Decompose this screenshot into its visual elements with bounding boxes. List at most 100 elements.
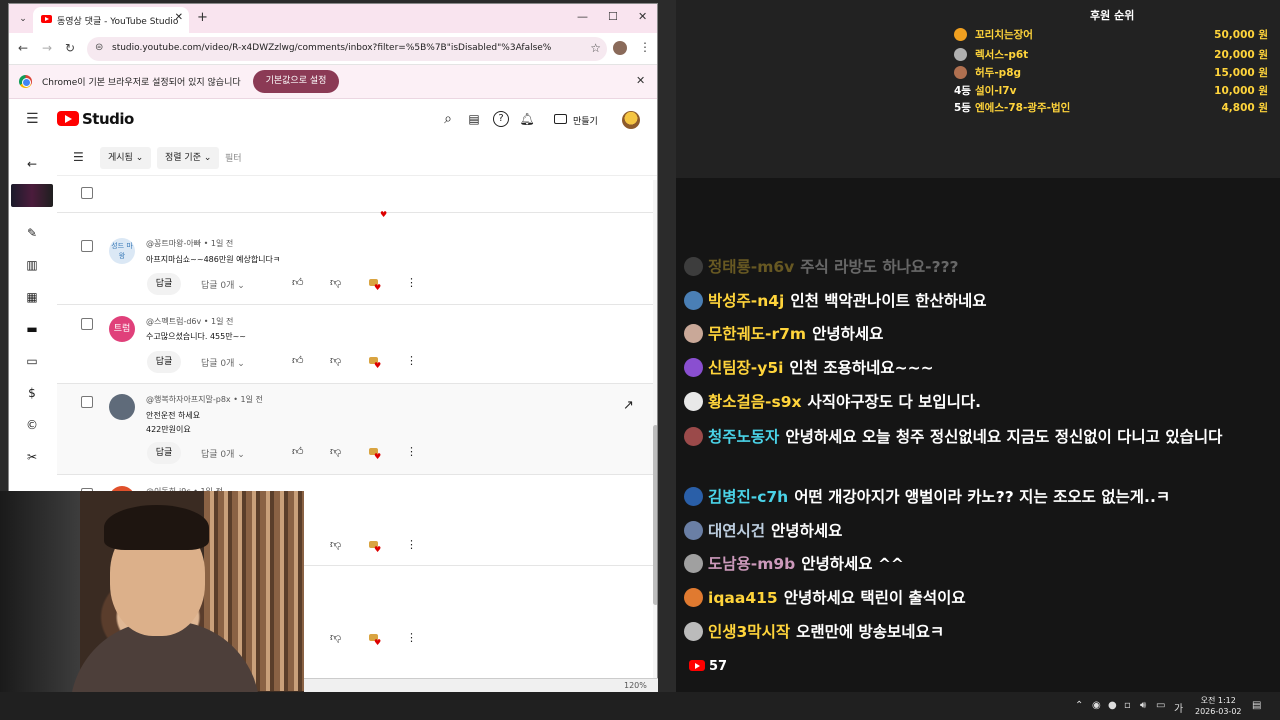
browser-menu-icon[interactable]: ⋮ [639, 40, 651, 54]
author-name: @행복하자아프지말-p8x [146, 395, 231, 404]
filter-list-icon[interactable]: ☰ [73, 150, 84, 164]
analytics-icon[interactable]: ▥ [24, 257, 40, 273]
sort-filter-chip[interactable]: 정렬 기준 ⌄ [157, 147, 220, 169]
filter-input[interactable]: 필터 [225, 151, 242, 164]
system-clock[interactable]: 오전 1:12 2026-03-02 [1195, 695, 1242, 717]
gold-medal-icon [954, 28, 967, 41]
tray-app-icon[interactable]: ◉ [1092, 700, 1101, 711]
back-to-channel-icon[interactable]: ← [24, 156, 40, 172]
chair [0, 491, 80, 720]
edit-pencil-icon[interactable]: ✎ [24, 225, 40, 241]
heart-icon[interactable]: ♥ [369, 357, 381, 370]
reload-icon[interactable]: ↻ [65, 41, 75, 55]
reply-button[interactable]: 답글 [147, 442, 181, 464]
microphone-icon[interactable]: ● [1108, 700, 1117, 711]
notification-icon[interactable]: ▤ [1252, 700, 1261, 711]
usb-icon[interactable]: ▫ [1124, 700, 1131, 711]
maximize-button[interactable]: ☐ [608, 10, 618, 23]
dislike-icon[interactable]: 👎︎ [330, 276, 341, 289]
heart-icon[interactable]: ♥ [369, 541, 381, 554]
reply-button[interactable]: 답글 [147, 273, 181, 295]
copyright-icon[interactable]: © [24, 417, 40, 433]
like-icon[interactable]: 👍︎ [292, 276, 304, 289]
bookmark-star-icon[interactable]: ☆ [590, 41, 601, 55]
chat-text: 안녕하세요 ^^ [801, 555, 904, 573]
heart-icon[interactable]: ♥ [375, 206, 387, 219]
dislike-icon[interactable]: 👎︎ [330, 354, 341, 367]
comment-checkbox[interactable] [81, 240, 93, 252]
heart-icon[interactable]: ♥ [369, 448, 381, 461]
comment-author[interactable]: @꽁트마왕-아빠 • 1일 전 [146, 238, 233, 249]
scrollbar-thumb[interactable] [653, 425, 657, 605]
tab-search-icon[interactable]: ⌄ [15, 11, 31, 27]
notifications-bell-icon[interactable]: 🔔︎ [519, 111, 535, 127]
help-icon[interactable]: ? [493, 111, 509, 127]
tab-close-icon[interactable]: ✕ [175, 12, 183, 23]
more-options-icon[interactable]: ⋮ [406, 354, 417, 367]
chat-nick: 도남용-m9b [708, 555, 796, 573]
volume-icon[interactable]: 🔊︎ [1140, 700, 1146, 711]
open-in-new-icon[interactable]: ↗ [623, 398, 634, 413]
reply-count-toggle[interactable]: 답글 0개 ⌄ [201, 278, 245, 291]
url-field[interactable]: ⊜ studio.youtube.com/video/R-x4DWZzlwg/c… [87, 37, 607, 61]
monetization-icon[interactable]: $ [24, 385, 40, 401]
network-icon[interactable]: ▭ [1156, 700, 1165, 711]
clips-scissors-icon[interactable]: ✂ [24, 449, 40, 465]
like-icon[interactable]: 👍︎ [292, 445, 304, 458]
comment-checkbox[interactable] [81, 396, 93, 408]
url-text: studio.youtube.com/video/R-x4DWZzlwg/com… [112, 43, 552, 53]
heart-icon[interactable]: ♥ [369, 634, 381, 647]
commenter-avatar[interactable]: 성드 마왕 [109, 238, 135, 264]
select-all-checkbox[interactable] [81, 187, 93, 199]
channel-avatar[interactable] [622, 111, 640, 129]
dislike-icon[interactable]: 👎︎ [330, 445, 341, 458]
reply-button[interactable]: 답글 [147, 351, 181, 373]
scrollbar[interactable] [653, 180, 657, 690]
editor-icon[interactable]: ▦ [24, 289, 40, 305]
ranking-place: 4등 [954, 85, 971, 97]
dislike-icon[interactable]: 👎︎ [330, 631, 341, 644]
commenter-avatar[interactable] [109, 394, 135, 420]
site-info-icon[interactable]: ⊜ [95, 42, 103, 53]
more-options-icon[interactable]: ⋮ [406, 445, 417, 458]
more-options-icon[interactable]: ⋮ [406, 538, 417, 551]
tray-chevron-icon[interactable]: ⌃ [1075, 700, 1083, 711]
ranking-amount: 50,000 원 [1214, 29, 1268, 41]
infobar-close-icon[interactable]: ✕ [636, 74, 645, 87]
profile-avatar[interactable] [613, 41, 627, 55]
reply-count: 답글 0개 [201, 450, 235, 460]
comment-author[interactable]: @행복하자아프지말-p8x • 1일 전 [146, 394, 263, 405]
reply-count-toggle[interactable]: 답글 0개 ⌄ [201, 356, 245, 369]
commenter-avatar[interactable]: 트럼 [109, 316, 135, 342]
comments-icon[interactable]: ▬ [24, 321, 40, 337]
ime-icon[interactable]: 가 [1174, 700, 1183, 715]
forward-arrow-icon[interactable]: → [42, 41, 52, 55]
close-window-button[interactable]: ✕ [638, 10, 647, 23]
feedback-icon[interactable]: ▤ [466, 111, 482, 127]
create-button[interactable]: 만들기 [552, 108, 602, 132]
ranking-name: 설이-l7v [975, 85, 1017, 97]
chatter-avatar [684, 257, 703, 276]
more-options-icon[interactable]: ⋮ [406, 276, 417, 289]
new-tab-button[interactable]: + [197, 10, 208, 25]
more-options-icon[interactable]: ⋮ [406, 631, 417, 644]
search-icon[interactable]: ⌕ [440, 111, 456, 127]
published-filter-chip[interactable]: 게시됨 ⌄ [100, 147, 152, 169]
back-arrow-icon[interactable]: ← [18, 41, 28, 55]
donation-ranking: 후원 순위 꼬리치는장어 50,000 원 렉서스-p6t 20,000 원 허… [676, 0, 1280, 178]
video-thumbnail[interactable] [11, 184, 53, 207]
youtube-logo-icon[interactable] [57, 111, 79, 126]
like-icon[interactable]: 👍︎ [292, 354, 304, 367]
zoom-level: 120% [624, 681, 647, 690]
comment-author[interactable]: @스펙트럼-d6v • 1일 전 [146, 316, 233, 327]
set-default-button[interactable]: 기본값으로 설정 [253, 70, 339, 93]
hamburger-menu-icon[interactable]: ☰ [26, 111, 39, 127]
comment-time: 1일 전 [240, 395, 263, 404]
comment-checkbox[interactable] [81, 318, 93, 330]
dislike-icon[interactable]: 👎︎ [330, 538, 341, 551]
reply-count-toggle[interactable]: 답글 0개 ⌄ [201, 447, 245, 460]
browser-tab[interactable]: 동영상 댓글 - YouTube Studio ✕ [33, 7, 189, 33]
heart-icon[interactable]: ♥ [369, 279, 381, 292]
subtitles-icon[interactable]: ▭ [24, 353, 40, 369]
minimize-button[interactable]: — [577, 10, 588, 23]
